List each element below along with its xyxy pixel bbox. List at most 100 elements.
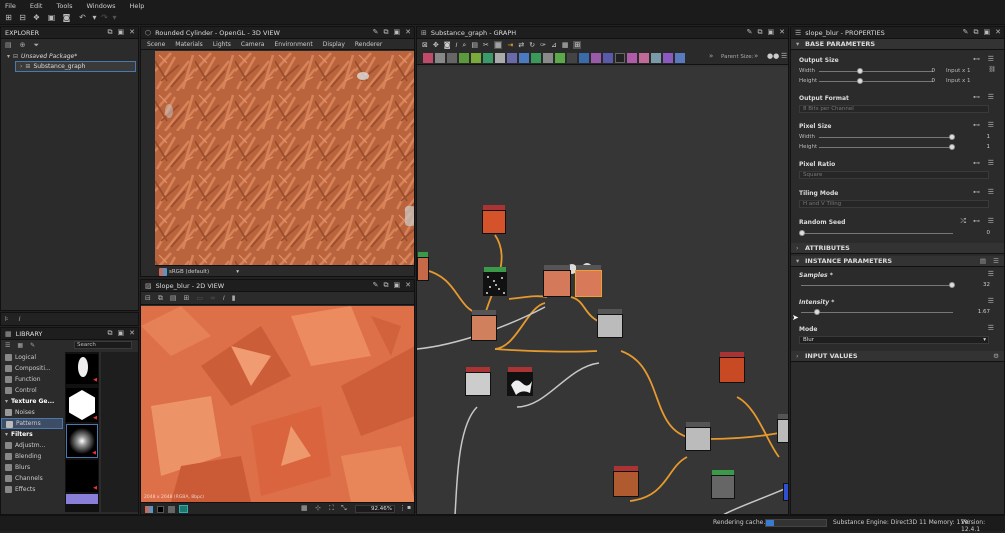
graph-node-uniform-color-3[interactable] [613, 466, 639, 497]
random-seed-slider-knob[interactable] [799, 230, 805, 236]
maximize-icon[interactable]: ▣ [118, 329, 125, 338]
width-mode[interactable]: Input x 1 [946, 68, 971, 74]
maximize-icon[interactable]: ▣ [768, 28, 775, 37]
graph-node-pattern-1[interactable] [465, 367, 491, 396]
link-params-icon[interactable]: ⊷ [973, 188, 980, 196]
width-value[interactable]: 0 [911, 68, 936, 74]
search-icon[interactable]: ⌕ [462, 41, 466, 50]
thumbnail-dark[interactable]: ◀ [66, 460, 98, 492]
thumbnail-gradient[interactable]: ◀ [66, 424, 98, 458]
param-menu-icon[interactable]: ☰ [988, 188, 994, 196]
node-levels-icon[interactable] [447, 53, 457, 63]
samples-slider-knob[interactable] [949, 282, 955, 288]
more-icon[interactable]: » [709, 52, 713, 60]
output-format-select[interactable]: 8 Bits per Channel [799, 105, 989, 113]
view3d-menu-scene[interactable]: Scene [147, 41, 165, 48]
transform-icon[interactable]: ⊿ [551, 41, 557, 49]
link-icon[interactable]: ∞ [210, 294, 216, 302]
node-output-icon[interactable] [615, 53, 625, 63]
link-icon[interactable]: ⇄ [518, 41, 524, 49]
pin-icon[interactable]: ✎ [373, 281, 379, 290]
pin-icon[interactable]: ✎ [747, 28, 753, 37]
view3d-menu-environment[interactable]: Environment [274, 41, 312, 48]
grid-icon[interactable]: ▦ [301, 504, 308, 512]
view-icon[interactable]: ⊟ [145, 294, 151, 302]
intensity-value[interactable]: 1.67 [966, 309, 990, 315]
thumbnail-purple[interactable] [66, 494, 98, 504]
param-menu-icon[interactable]: ☰ [988, 270, 994, 278]
library-item-channels[interactable]: Channels [1, 473, 63, 484]
node-normal-icon[interactable] [579, 53, 589, 63]
grid-icon[interactable]: ▦ [17, 342, 23, 349]
library-item-blending[interactable]: Blending [1, 451, 63, 462]
param-menu-icon[interactable]: ☰ [988, 217, 994, 225]
view3d-menu-materials[interactable]: Materials [175, 41, 203, 48]
float-icon[interactable]: ⧉ [108, 329, 113, 338]
library-category-filters[interactable]: ▾ Filters [1, 429, 63, 440]
input-values-section[interactable]: › INPUT VALUES ⚙ [791, 351, 1004, 362]
graph-item[interactable]: › ⊞ Substance_graph [15, 61, 136, 72]
library-item-noises[interactable]: Noises [1, 407, 63, 418]
graph-node-normal[interactable] [783, 483, 788, 501]
library-item-compositing[interactable]: Compositi... [1, 363, 63, 374]
collapse-arrow-icon[interactable]: ▾ [7, 53, 10, 60]
layers-icon[interactable]: ⧉ [158, 294, 163, 303]
base-parameters-section[interactable]: ▾ BASE PARAMETERS [791, 39, 1004, 50]
node-fxmap-icon[interactable] [651, 53, 661, 63]
graph-node-blend-1[interactable] [543, 265, 571, 297]
node-emboss-icon[interactable] [567, 53, 577, 63]
pixel-width-slider-track[interactable] [819, 137, 953, 138]
expand-arrow-icon[interactable]: › [20, 63, 22, 70]
node-curve-icon[interactable] [459, 53, 469, 63]
library-item-adjustments[interactable]: Adjustm... [1, 440, 63, 451]
param-menu-icon[interactable]: ☰ [988, 121, 994, 129]
redo-icon[interactable]: ↷ [100, 13, 109, 22]
display-list-icon[interactable]: ☰ [5, 342, 10, 349]
package-item[interactable]: ▾ ⊟ Unsaved Package* [1, 51, 138, 61]
node-sharpen-icon[interactable] [543, 53, 553, 63]
undo-icon[interactable]: ↶ [78, 13, 87, 22]
node-gradient-icon[interactable] [471, 53, 481, 63]
pixel-height-slider-track[interactable] [819, 147, 953, 148]
export-icon[interactable]: ⊞ [184, 294, 190, 302]
save-package-icon[interactable]: ▤ [5, 41, 12, 49]
thumbnail-ellipse[interactable]: ◀ [66, 354, 98, 384]
menu-tools[interactable]: Tools [56, 2, 72, 10]
checker-toggle-icon[interactable] [168, 506, 175, 513]
link-params-icon[interactable]: ⊷ [973, 121, 980, 129]
new-node-icon[interactable]: ⊟ [18, 13, 27, 22]
intensity-slider-track[interactable] [801, 312, 953, 313]
graph-node-grunge[interactable] [711, 470, 735, 499]
thumbnail-hexagon[interactable]: ◀ [66, 388, 98, 422]
node-text-icon[interactable] [663, 53, 673, 63]
frame-icon[interactable]: ⊠ [422, 41, 428, 49]
fit-toggle-icon[interactable] [179, 505, 188, 513]
node-pixel-icon[interactable] [603, 53, 613, 63]
new-graph-icon[interactable]: ⊞ [4, 13, 13, 22]
node-bitmap-icon[interactable] [639, 53, 649, 63]
menu-icon[interactable]: ☰ [781, 52, 787, 60]
menu-file[interactable]: File [5, 2, 16, 10]
colorspace-select[interactable]: sRGB (default) ▾ [169, 268, 241, 276]
param-menu-icon[interactable]: ☰ [988, 324, 994, 332]
close-icon[interactable]: ✕ [129, 28, 135, 37]
open-icon[interactable]: ▣ [47, 13, 56, 22]
pin-icon[interactable]: ✎ [373, 28, 379, 37]
histogram-icon[interactable]: ▮ [232, 294, 236, 302]
snap-icon[interactable]: ⊞ [573, 41, 582, 49]
height-value[interactable]: 0 [911, 78, 936, 84]
close-icon[interactable]: ✕ [405, 28, 411, 37]
close-icon[interactable]: ✕ [405, 281, 411, 290]
graph-node-slope-blur-selected[interactable] [575, 265, 602, 297]
menu-edit[interactable]: Edit [30, 2, 43, 10]
node-svg-icon[interactable] [627, 53, 637, 63]
float-icon[interactable]: ⧉ [108, 28, 113, 37]
close-icon[interactable]: ✕ [995, 28, 1001, 37]
float-icon[interactable]: ⧉ [384, 281, 389, 290]
param-menu-icon[interactable]: ☰ [988, 55, 994, 63]
comment-icon[interactable]: ▤ [471, 41, 478, 49]
instance-parameters-section[interactable]: ▾ INSTANCE PARAMETERS ▤ ☰ [791, 256, 1004, 267]
width-slider-knob[interactable] [857, 68, 863, 74]
view3d-menu-renderer[interactable]: Renderer [355, 41, 382, 48]
add-icon[interactable]: ⊕ [20, 41, 26, 49]
